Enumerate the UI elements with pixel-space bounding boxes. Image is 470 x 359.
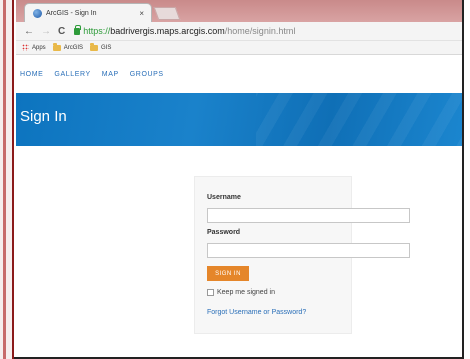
- password-field-wrap: [207, 239, 410, 258]
- bookmark-arcgis[interactable]: ArcGIS: [52, 42, 84, 51]
- reload-icon[interactable]: C: [58, 26, 65, 37]
- password-input[interactable]: [207, 243, 410, 258]
- tab-title: ArcGIS - Sign In: [46, 9, 97, 17]
- nav-gallery[interactable]: GALLERY: [54, 71, 90, 78]
- username-field-wrap: [207, 204, 410, 223]
- forward-icon[interactable]: →: [41, 26, 51, 37]
- browser-window: ArcGIS - Sign In × ← → C https:// badriv…: [16, 0, 462, 357]
- url-host: badrivergis.maps.arcgis.com: [110, 26, 225, 36]
- username-label: Username: [207, 194, 241, 201]
- left-edge-bar: [0, 0, 14, 359]
- nav-home[interactable]: HOME: [20, 71, 43, 78]
- tab-arcgis-signin[interactable]: ArcGIS - Sign In ×: [24, 3, 152, 22]
- url-path: /home/signin.html: [224, 26, 296, 36]
- nav-groups[interactable]: GROUPS: [130, 71, 164, 78]
- bookmarks-bar: Apps ArcGIS GIS: [16, 41, 462, 55]
- new-tab-button[interactable]: [153, 7, 181, 20]
- keep-signed-in-label: Keep me signed in: [217, 289, 275, 296]
- bookmark-label: GIS: [101, 44, 112, 51]
- bookmark-label: ArcGIS: [63, 44, 84, 51]
- keep-signed-in-row: Keep me signed in: [207, 289, 341, 296]
- page-header-banner: Sign In: [16, 93, 462, 146]
- globe-icon: [33, 8, 42, 18]
- screenshot-frame: ArcGIS - Sign In × ← → C https:// badriv…: [0, 0, 470, 359]
- url-scheme: https://: [83, 26, 111, 36]
- nav-map[interactable]: MAP: [102, 71, 119, 78]
- password-label: Password: [207, 229, 241, 236]
- bookmark-apps[interactable]: Apps: [22, 44, 46, 51]
- username-input[interactable]: [207, 208, 410, 223]
- back-icon[interactable]: ←: [24, 26, 34, 37]
- close-icon[interactable]: ×: [139, 9, 144, 18]
- sign-in-button[interactable]: SIGN IN: [207, 266, 249, 281]
- right-border: [462, 0, 464, 359]
- page-title: Sign In: [20, 108, 67, 125]
- folder-icon: [90, 42, 99, 51]
- browser-toolbar: ← → C https:// badrivergis.maps.arcgis.c…: [16, 22, 462, 41]
- bookmark-gis[interactable]: GIS: [90, 42, 112, 51]
- bookmark-label: Apps: [32, 44, 46, 51]
- lock-icon: [74, 24, 82, 35]
- tab-strip: ArcGIS - Sign In ×: [16, 0, 462, 22]
- apps-grid-icon: [22, 44, 29, 51]
- signin-form: Username Password SIGN IN Keep me signed…: [194, 176, 410, 334]
- site-nav: HOME GALLERY MAP GROUPS: [16, 55, 462, 93]
- keep-signed-in-checkbox[interactable]: [207, 289, 214, 296]
- address-bar[interactable]: https:// badrivergis.maps.arcgis.com /ho…: [74, 24, 296, 36]
- forgot-credentials-link[interactable]: Forgot Username or Password?: [207, 309, 341, 316]
- folder-icon: [52, 42, 61, 51]
